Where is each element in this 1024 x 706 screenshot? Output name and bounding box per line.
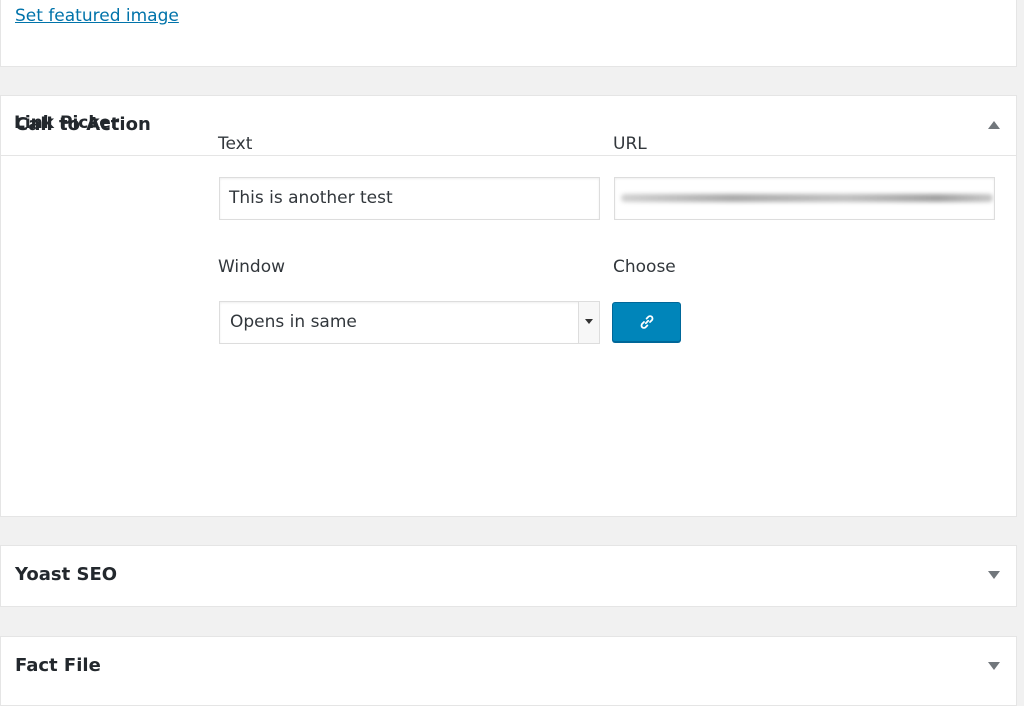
fact-file-title: Fact File bbox=[15, 655, 101, 676]
expand-arrow-icon[interactable] bbox=[988, 571, 1000, 579]
featured-image-panel: Set featured image bbox=[0, 0, 1017, 67]
expand-arrow-icon[interactable] bbox=[988, 662, 1000, 670]
fact-file-header[interactable]: Fact File bbox=[1, 637, 1016, 697]
fact-file-panel: Fact File bbox=[0, 636, 1017, 706]
yoast-seo-title: Yoast SEO bbox=[15, 564, 118, 585]
redacted-url-blur bbox=[621, 194, 993, 202]
text-field-label: Text bbox=[218, 134, 253, 154]
set-featured-image-link[interactable]: Set featured image bbox=[15, 6, 179, 26]
window-select-value: Opens in same bbox=[230, 312, 357, 332]
link-url-input[interactable] bbox=[614, 177, 995, 220]
yoast-seo-panel: Yoast SEO bbox=[0, 545, 1017, 607]
choose-field-label: Choose bbox=[613, 257, 676, 277]
call-to-action-header[interactable]: Call to Action bbox=[1, 96, 1016, 156]
choose-link-button[interactable] bbox=[612, 302, 681, 342]
select-dropdown-button[interactable] bbox=[578, 302, 599, 343]
window-target-select[interactable]: Opens in same bbox=[219, 301, 600, 344]
yoast-seo-header[interactable]: Yoast SEO bbox=[1, 546, 1016, 606]
chevron-down-icon bbox=[585, 319, 593, 324]
link-icon bbox=[640, 315, 654, 329]
link-picker-label: Link Picker bbox=[14, 113, 120, 133]
link-text-input[interactable]: This is another test bbox=[219, 177, 600, 220]
url-field-label: URL bbox=[613, 134, 647, 154]
window-field-label: Window bbox=[218, 257, 286, 277]
collapse-arrow-icon[interactable] bbox=[988, 121, 1000, 129]
